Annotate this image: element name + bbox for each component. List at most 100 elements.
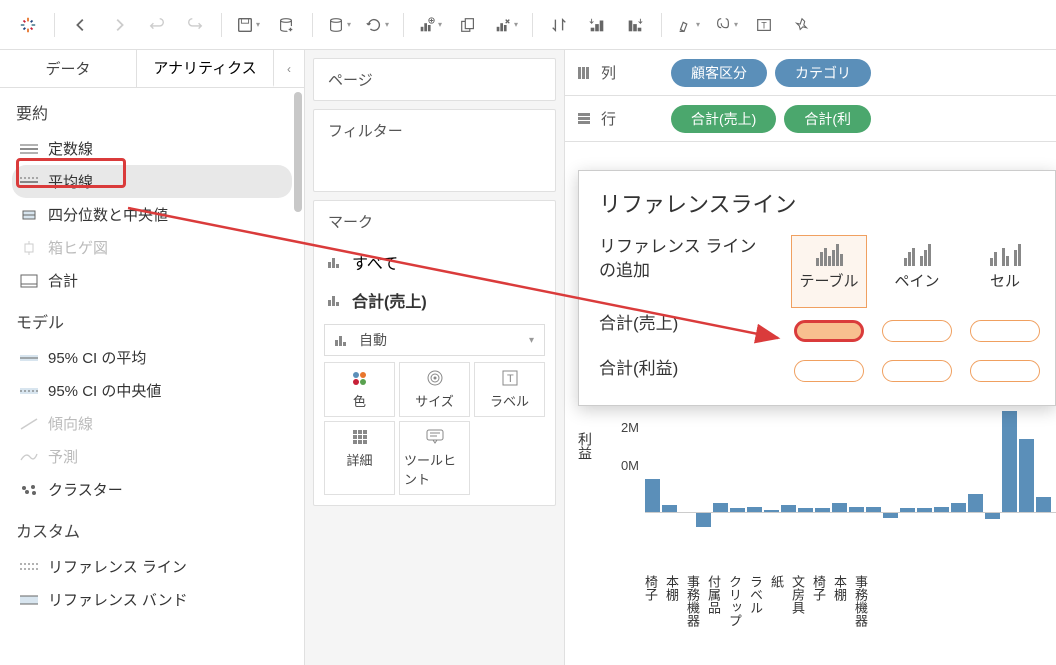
columns-icon [577,66,591,80]
mark-detail-button[interactable]: 詳細 [324,421,395,495]
x-ticks: 椅子本棚事務機器付属品クリップラベル紙文房具椅子本棚事務機器 [645,575,1056,655]
bar[interactable] [968,494,983,512]
undo-button[interactable] [139,7,175,43]
toolbar: ▾ ▾ ▾ ▾ ▾ ▾ ▾ T [0,0,1056,50]
marks-measure-row[interactable]: 合計(売上) [324,282,545,318]
marks-measure-label: 合計(売上) [352,288,427,312]
pill[interactable]: 顧客区分 [671,59,767,87]
bar[interactable] [1002,411,1017,512]
collapse-side-button[interactable]: ‹ [274,50,304,87]
mark-tooltip-button[interactable]: ツールヒント [399,421,470,495]
bar[interactable] [645,479,660,512]
ref-scope-table[interactable]: テーブル [791,235,867,308]
side-panel: データ アナリティクス ‹ 要約 定数線平均線四分位数と中央値箱ヒゲ図合計 モデ… [0,50,305,665]
group-button[interactable]: ▾ [708,7,744,43]
rows-shelf[interactable]: 行 合計(売上) 合計(利 [565,96,1056,142]
ref-scope-cell[interactable]: セル [967,235,1043,308]
section-model: モデル [0,297,304,341]
bar[interactable] [1036,497,1051,512]
bar[interactable] [696,512,711,527]
analytics-item-reference-band[interactable]: リファレンス バンド [12,583,292,616]
analytics-item-forecast: 予測 [12,440,292,473]
bar[interactable] [985,512,1000,519]
analytics-item-trend-line: 傾向線 [12,407,292,440]
filters-shelf[interactable]: フィルター [314,110,555,151]
reference-line-icon [20,560,38,574]
columns-shelf[interactable]: 列 顧客区分カテゴリ [565,50,1056,96]
new-datasource-button[interactable] [268,7,304,43]
ref-measure-profit: 合計(利益) [599,344,767,389]
swap-rc-button[interactable] [541,7,577,43]
analytics-item-quartiles[interactable]: 四分位数と中央値 [12,198,292,231]
svg-text:T: T [761,20,767,30]
bar[interactable] [1019,439,1034,512]
bars-icon [328,294,344,306]
analytics-item-box-plot: 箱ヒゲ図 [12,231,292,264]
pill[interactable]: カテゴリ [775,59,871,87]
average-line-icon [20,175,38,189]
bar[interactable] [951,503,966,512]
back-button[interactable] [63,7,99,43]
x-tick: クリップ [729,575,744,655]
analytics-item-ci-median[interactable]: 95% CI の中央値 [12,374,292,407]
marks-all-row[interactable]: すべて [324,242,545,282]
svg-text:T: T [507,373,514,385]
pill[interactable]: 合計(売上) [671,105,776,133]
swap-button[interactable]: ▾ [412,7,448,43]
new-worksheet-button[interactable]: ▾ [321,7,357,43]
duplicate-button[interactable] [450,7,486,43]
mark-label-button[interactable]: T ラベル [474,362,545,417]
rows-label: 行 [601,108,661,129]
tab-data[interactable]: データ [0,50,137,87]
mark-color-button[interactable]: 色 [324,362,395,417]
forward-button[interactable] [101,7,137,43]
sort-asc-button[interactable] [579,7,615,43]
ref-drop-profit-pane[interactable] [882,360,952,382]
mark-size-button[interactable]: サイズ [399,362,470,417]
bar[interactable] [662,505,677,512]
analytics-item-cluster[interactable]: クラスター [12,473,292,506]
bars-icon [328,256,344,268]
bar[interactable] [781,505,796,512]
pill[interactable]: 合計(利 [784,105,871,133]
x-tick: 事務機器 [687,575,702,655]
analytics-item-totals[interactable]: 合計 [12,264,292,297]
mark-type-dropdown[interactable]: 自動 ▾ [324,324,545,356]
cluster-icon [20,483,38,497]
analytics-item-average-line[interactable]: 平均線 [12,165,292,198]
ref-dialog-title: リファレンスライン [579,171,1055,227]
totals-icon [20,274,38,288]
analytics-item-ci-mean[interactable]: 95% CI の平均 [12,341,292,374]
pin-button[interactable] [784,7,820,43]
pages-shelf[interactable]: ページ [314,59,555,100]
save-button[interactable]: ▾ [230,7,266,43]
refresh-button[interactable]: ▾ [359,7,395,43]
ref-scope-pane[interactable]: ペイン [879,235,955,308]
ci-mean-icon [20,351,38,365]
ref-drop-profit-table[interactable] [794,360,864,382]
mark-type-value: 自動 [359,330,387,350]
section-custom: カスタム [0,506,304,550]
analytics-item-constant-line[interactable]: 定数線 [12,132,292,165]
section-summary: 要約 [0,88,304,132]
highlight-button[interactable]: ▾ [670,7,706,43]
bar[interactable] [713,503,728,512]
x-tick: 紙 [771,575,786,655]
sort-desc-button[interactable] [617,7,653,43]
redo-button[interactable] [177,7,213,43]
marks-card-title: マーク [314,201,555,242]
box-plot-icon [20,241,38,255]
quartiles-icon [20,208,38,222]
ref-drop-sales-table[interactable] [794,320,864,342]
analytics-item-reference-line[interactable]: リファレンス ライン [12,550,292,583]
x-tick: 本棚 [834,575,849,655]
show-labels-button[interactable]: T [746,7,782,43]
ref-drop-sales-pane[interactable] [882,320,952,342]
clear-button[interactable]: ▾ [488,7,524,43]
rows-icon [577,112,591,126]
ref-drop-profit-cell[interactable] [970,360,1040,382]
bar[interactable] [832,503,847,512]
ref-drop-sales-cell[interactable] [970,320,1040,342]
tab-analytics[interactable]: アナリティクス [137,50,274,87]
x-tick: 本棚 [666,575,681,655]
